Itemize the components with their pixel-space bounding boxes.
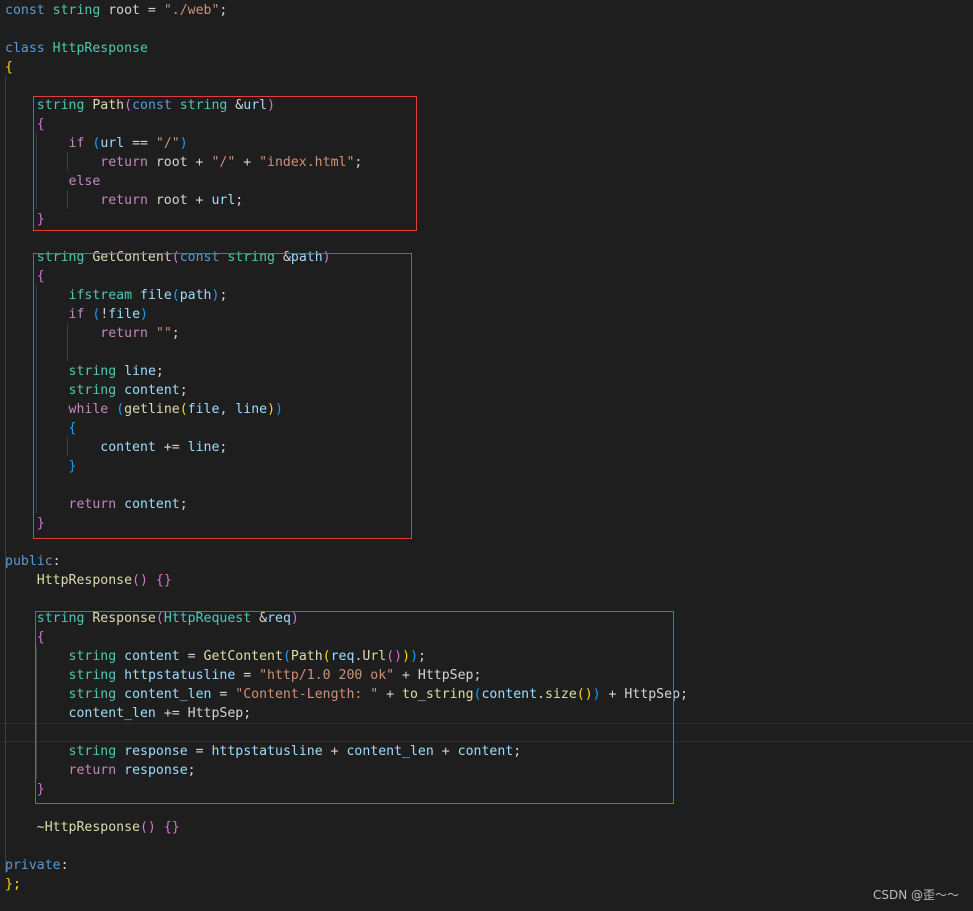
code-token: root = bbox=[100, 3, 164, 18]
code-token: () bbox=[132, 573, 148, 588]
code-editor[interactable]: const string root = "./web"; class HttpRe… bbox=[0, 0, 973, 911]
code-token: "./web" bbox=[163, 3, 220, 18]
code-token: : bbox=[60, 858, 69, 873]
code-token: HttpResponse bbox=[52, 41, 148, 56]
code-line[interactable]: }; bbox=[5, 875, 21, 894]
code-token: const bbox=[5, 3, 53, 18]
code-token: HttpResponse bbox=[44, 820, 140, 835]
code-token: private bbox=[5, 858, 61, 873]
code-token: }; bbox=[5, 877, 21, 892]
code-line[interactable]: public: bbox=[5, 552, 61, 571]
code-line[interactable]: const string root = "./web"; bbox=[5, 1, 227, 20]
highlight-box-getcontent bbox=[33, 253, 412, 539]
highlight-box-path bbox=[33, 96, 417, 231]
code-token: {} bbox=[163, 820, 180, 835]
watermark: CSDN @歪～～ bbox=[872, 888, 959, 902]
code-line[interactable]: HttpResponse() {} bbox=[5, 571, 172, 590]
code-token: public bbox=[5, 554, 53, 569]
code-line[interactable]: ~HttpResponse() {} bbox=[5, 818, 180, 837]
code-line[interactable]: private: bbox=[5, 856, 69, 875]
code-token: : bbox=[52, 554, 61, 569]
code-line[interactable]: class HttpResponse bbox=[5, 39, 148, 58]
code-token: { bbox=[5, 60, 13, 75]
code-token: string bbox=[52, 3, 101, 18]
code-token: class bbox=[5, 41, 53, 56]
code-line[interactable]: { bbox=[5, 58, 13, 77]
code-token: () bbox=[139, 820, 156, 835]
code-token: HttpResponse bbox=[36, 573, 133, 588]
highlight-box-response bbox=[35, 611, 674, 804]
code-token: ; bbox=[219, 3, 228, 18]
code-token: {} bbox=[155, 573, 172, 588]
code-token: ~ bbox=[5, 820, 45, 835]
